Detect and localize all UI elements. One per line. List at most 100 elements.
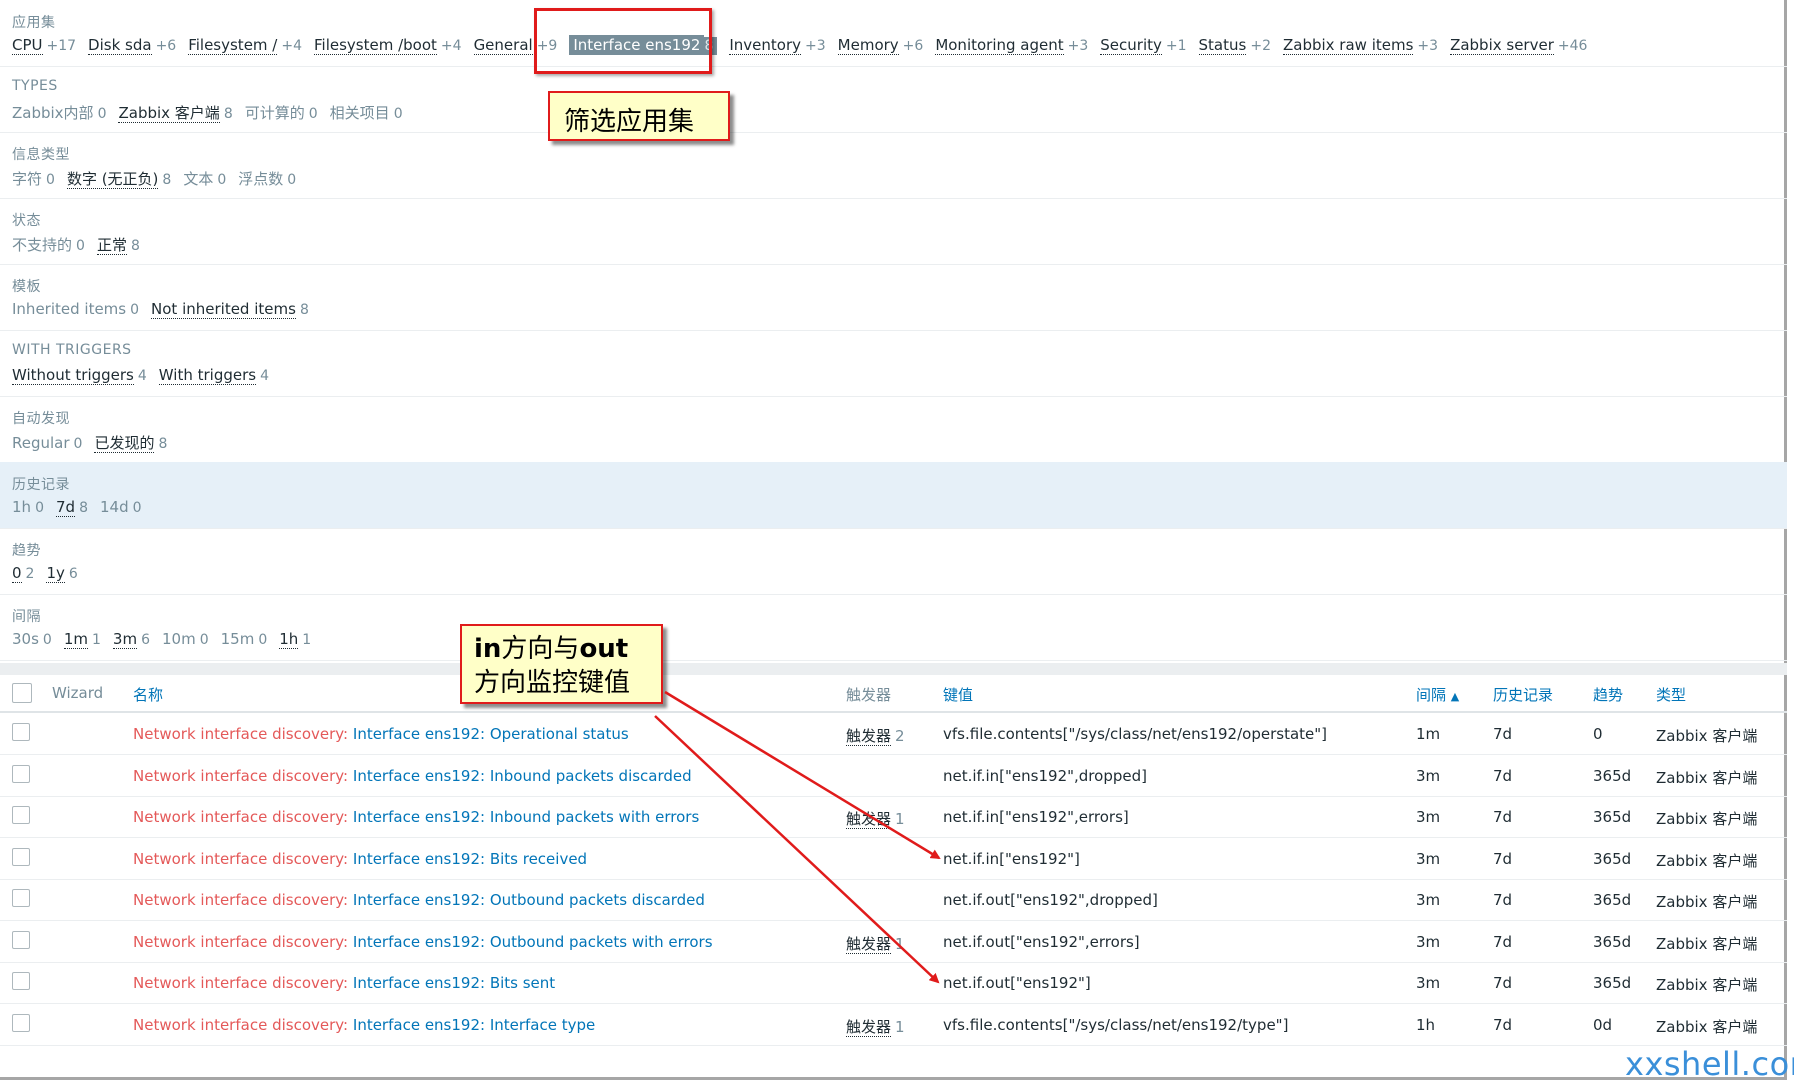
filter-value[interactable]: 7d 8 bbox=[55, 498, 88, 517]
filter-value-count: +2 bbox=[1250, 38, 1271, 54]
filter-value[interactable]: Disk sda +6 bbox=[88, 36, 176, 55]
filter-value[interactable]: 数字 (无正负) 8 bbox=[66, 168, 172, 189]
filter-value-count: 8 bbox=[79, 500, 88, 516]
item-interval: 1m bbox=[1416, 725, 1441, 743]
header-history[interactable]: 历史记录 bbox=[1493, 684, 1553, 705]
row-checkbox[interactable] bbox=[12, 723, 30, 741]
item-name-link[interactable]: Interface ens192: Operational status bbox=[353, 725, 629, 743]
discovery-rule-link[interactable]: Network interface discovery: bbox=[133, 891, 348, 909]
filter-value[interactable]: Inventory +3 bbox=[729, 36, 826, 55]
filter-value[interactable]: Without triggers 4 bbox=[12, 366, 147, 385]
filter-value: 14d 0 bbox=[100, 498, 142, 516]
item-history: 7d bbox=[1493, 1015, 1513, 1034]
item-name-link[interactable]: Interface ens192: Bits sent bbox=[353, 974, 555, 992]
filter-value-count: 0 bbox=[73, 436, 83, 452]
triggers-cell: 触发器 1 bbox=[846, 808, 905, 829]
select-all-checkbox[interactable] bbox=[12, 683, 32, 703]
item-name-link[interactable]: Interface ens192: Bits received bbox=[353, 850, 587, 868]
filter-values: Without triggers 4 With triggers 4 bbox=[12, 366, 281, 385]
header-key[interactable]: 键值 bbox=[943, 684, 973, 705]
filter-value[interactable]: Monitoring agent +3 bbox=[935, 36, 1088, 55]
row-checkbox[interactable] bbox=[12, 806, 30, 824]
item-name-link[interactable]: Interface ens192: Outbound packets with … bbox=[353, 933, 713, 951]
discovery-rule-link[interactable]: Network interface discovery: bbox=[133, 808, 348, 826]
filter-value[interactable]: 3m 6 bbox=[112, 630, 150, 649]
filter-value-count: 2 bbox=[25, 566, 35, 582]
item-name-cell: Network interface discovery: Interface e… bbox=[133, 725, 629, 743]
filter-values: CPU +17 Disk sda +6 Filesystem / +4 Filesystem… bbox=[12, 35, 1599, 55]
filter-value-count: 8 bbox=[162, 172, 172, 188]
row-checkbox[interactable] bbox=[12, 889, 30, 907]
filter-value-count: 1 bbox=[302, 632, 312, 648]
filter-value[interactable]: Filesystem /boot +4 bbox=[314, 36, 462, 55]
discovery-rule-link[interactable]: Network interface discovery: bbox=[133, 1016, 348, 1034]
header-trends[interactable]: 趋势 bbox=[1593, 684, 1623, 705]
filter-value[interactable]: 1h 1 bbox=[279, 630, 312, 649]
filter-value-label: CPU bbox=[12, 36, 43, 55]
item-name-link[interactable]: Interface ens192: Interface type bbox=[353, 1016, 595, 1034]
filter-value[interactable]: Zabbix 客户端 8 bbox=[118, 102, 233, 123]
header-type[interactable]: 类型 bbox=[1656, 684, 1686, 705]
filter-value[interactable]: CPU +17 bbox=[12, 36, 76, 55]
item-key: net.if.out["ens192",dropped] bbox=[943, 891, 1158, 909]
filter-value-count: 8 bbox=[223, 106, 233, 122]
item-name-cell: Network interface discovery: Interface e… bbox=[133, 1016, 595, 1034]
item-trends: 0 bbox=[1593, 725, 1603, 743]
triggers-link[interactable]: 触发器 bbox=[846, 810, 892, 829]
filter-value[interactable]: Zabbix server +46 bbox=[1450, 36, 1587, 55]
filter-value: 字符 0 bbox=[12, 168, 55, 189]
discovery-rule-link[interactable]: Network interface discovery: bbox=[133, 767, 348, 785]
table-header-row: Wizard 名称 触发器 键值 间隔 ▲ 历史记录 趋势 类型 bbox=[0, 675, 1787, 713]
discovery-rule-link[interactable]: Network interface discovery: bbox=[133, 725, 348, 743]
filter-value-label: 可计算的 bbox=[244, 104, 305, 122]
filter-values: 30s 0 1m 1 3m 6 10m 0 15m 0 1h 1 bbox=[12, 630, 323, 649]
discovery-rule-link[interactable]: Network interface discovery: bbox=[133, 850, 348, 868]
filter-value-label: 文本 bbox=[183, 170, 214, 188]
item-key: vfs.file.contents["/sys/class/net/ens192… bbox=[943, 1015, 1289, 1034]
item-history: 7d bbox=[1493, 725, 1513, 743]
filter-section-title: 应用集 bbox=[12, 15, 56, 31]
filter-section: TYPES Zabbix内部 0 Zabbix 客户端 8 可计算的 0 相关项目 0 bbox=[0, 66, 1787, 133]
item-history: 7d bbox=[1493, 891, 1513, 909]
item-name-link[interactable]: Interface ens192: Inbound packets with e… bbox=[353, 808, 699, 826]
triggers-link[interactable]: 触发器 bbox=[846, 1017, 892, 1037]
filter-value[interactable]: 1y 6 bbox=[46, 564, 78, 583]
row-checkbox[interactable] bbox=[12, 972, 30, 990]
filter-value[interactable]: 已发现的 8 bbox=[94, 432, 167, 453]
triggers-count: 2 bbox=[895, 727, 905, 745]
triggers-link[interactable]: 触发器 bbox=[846, 727, 892, 746]
filter-value[interactable]: 正常 8 bbox=[96, 234, 140, 255]
filter-value[interactable]: 02 bbox=[12, 564, 35, 583]
filter-value-count: 0 bbox=[132, 500, 142, 516]
row-checkbox[interactable] bbox=[12, 1013, 30, 1032]
item-history: 7d bbox=[1493, 808, 1513, 826]
filter-section: 状态 不支持的 0 正常 8 bbox=[0, 198, 1787, 265]
header-name[interactable]: 名称 bbox=[133, 684, 163, 705]
filter-value[interactable]: Memory +6 bbox=[837, 36, 923, 55]
filter-value-label: 不支持的 bbox=[12, 236, 73, 254]
filter-value[interactable]: Not inherited items 8 bbox=[151, 300, 309, 319]
filter-value-count: 0 bbox=[217, 172, 227, 188]
filter-value-count: 8 bbox=[158, 436, 168, 452]
filter-value-count: 0 bbox=[393, 106, 403, 122]
row-checkbox[interactable] bbox=[12, 764, 30, 783]
table-row: Network interface discovery: Interface e… bbox=[0, 796, 1787, 838]
filter-value-label: 7d bbox=[55, 498, 76, 517]
discovery-rule-link[interactable]: Network interface discovery: bbox=[133, 974, 348, 992]
discovery-rule-link[interactable]: Network interface discovery: bbox=[133, 933, 348, 951]
filter-value[interactable]: Status +2 bbox=[1198, 36, 1271, 55]
row-checkbox[interactable] bbox=[12, 930, 30, 949]
filter-section-title: 间隔 bbox=[12, 609, 41, 625]
item-name-link[interactable]: Interface ens192: Outbound packets disca… bbox=[353, 891, 705, 909]
filter-value[interactable]: 1m 1 bbox=[63, 630, 101, 649]
header-interval[interactable]: 间隔 ▲ bbox=[1416, 684, 1459, 705]
filter-value[interactable]: Security +1 bbox=[1100, 36, 1187, 55]
filter-value[interactable]: With triggers 4 bbox=[158, 366, 269, 385]
item-interval: 1h bbox=[1416, 1015, 1436, 1034]
triggers-link[interactable]: 触发器 bbox=[846, 934, 892, 954]
filter-value[interactable]: Zabbix raw items +3 bbox=[1282, 36, 1438, 55]
filter-value[interactable]: Filesystem / +4 bbox=[188, 36, 302, 55]
row-checkbox[interactable] bbox=[12, 847, 30, 866]
filter-value-count: 0 bbox=[199, 632, 209, 648]
item-name-link[interactable]: Interface ens192: Inbound packets discar… bbox=[353, 767, 692, 785]
